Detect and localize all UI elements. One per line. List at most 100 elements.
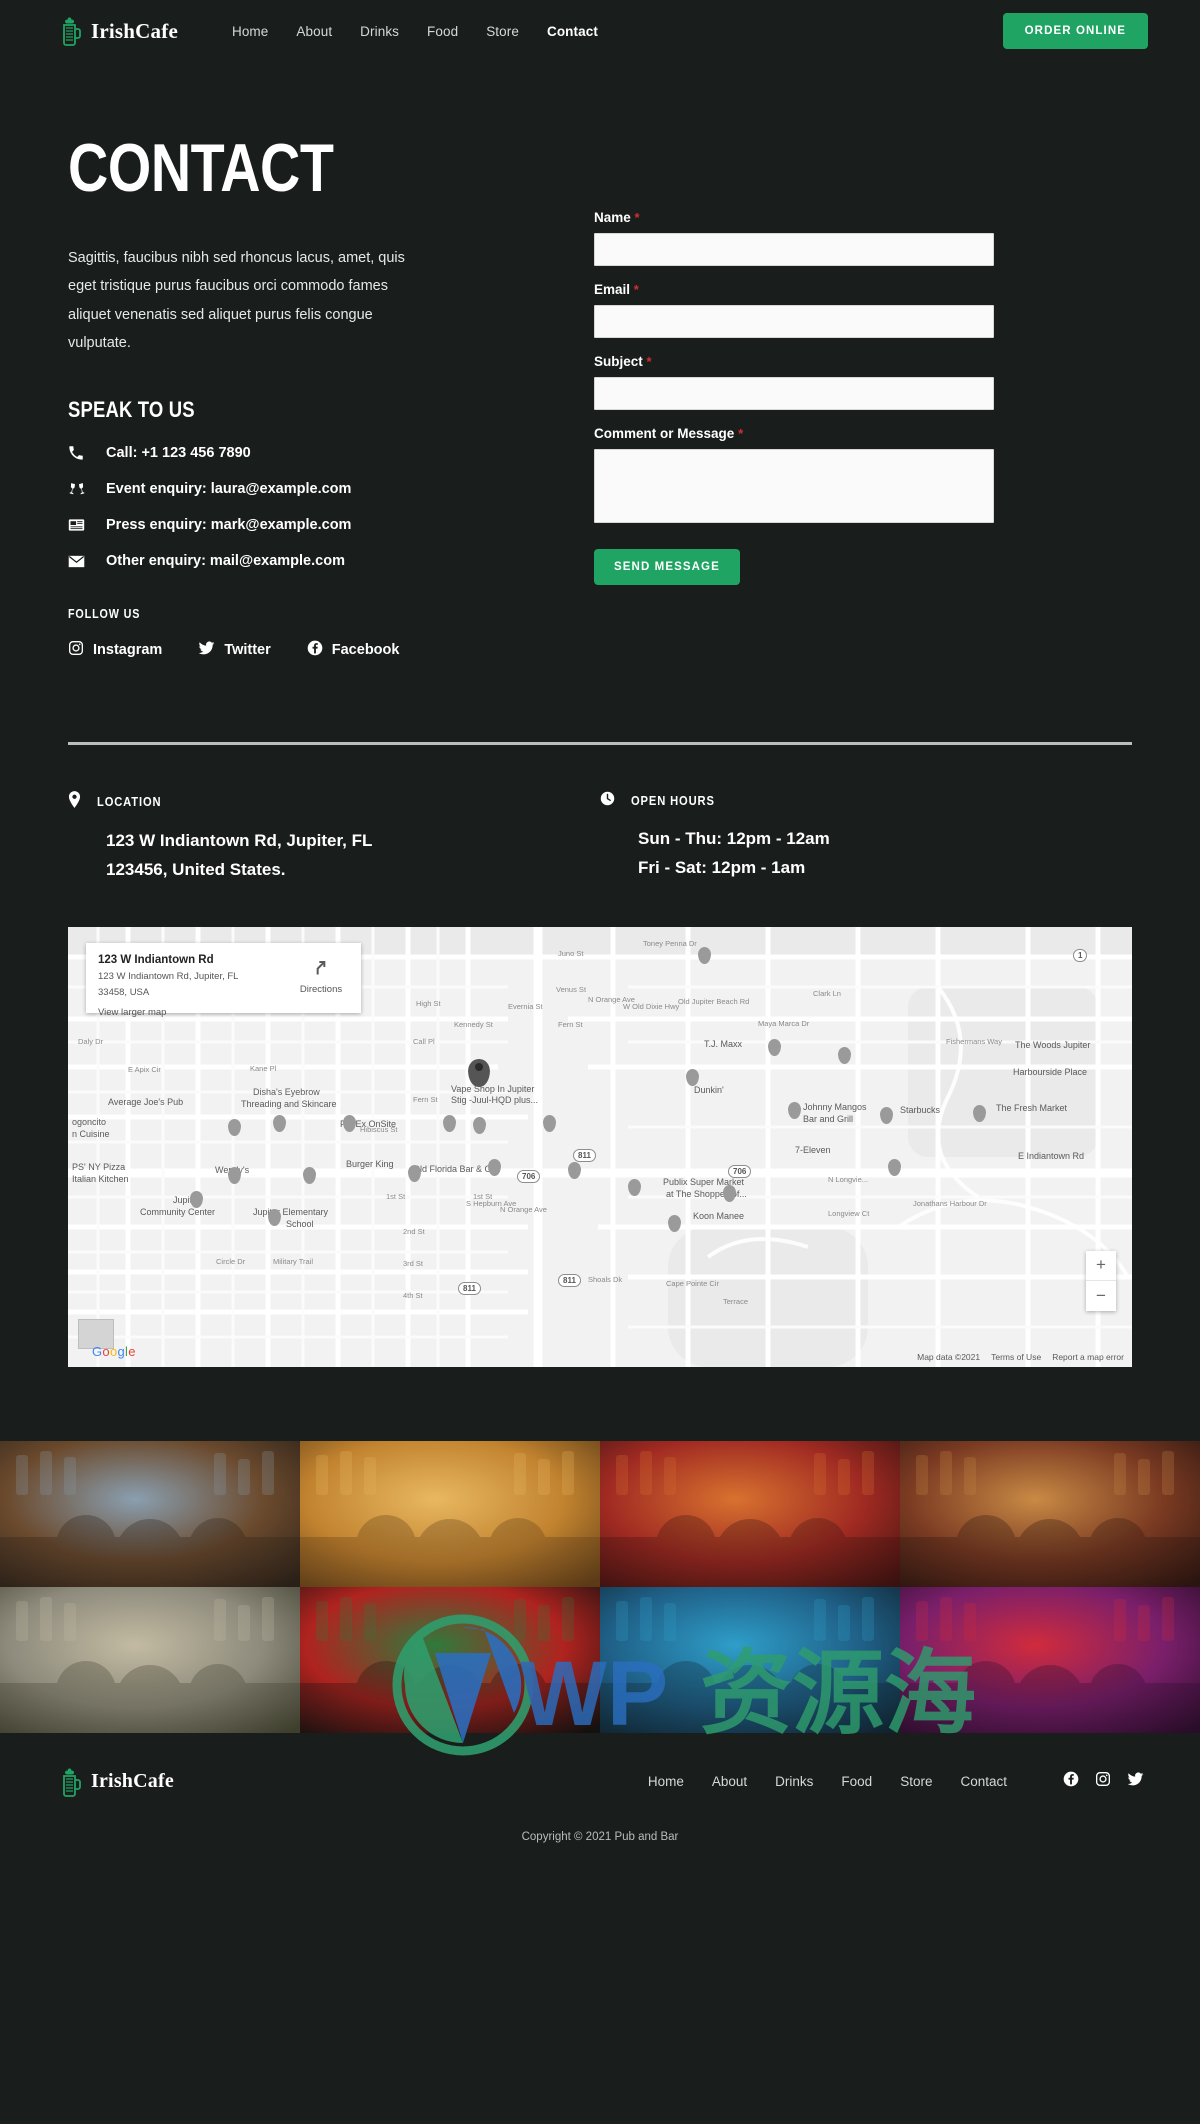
- map-primary-marker[interactable]: [468, 1058, 490, 1087]
- contact-event-enquiry[interactable]: Event enquiry: laura@example.com: [68, 481, 538, 497]
- view-larger-map-link[interactable]: View larger map: [98, 1007, 287, 1018]
- footer-social-instagram[interactable]: [1095, 1771, 1111, 1792]
- map-poi-pin[interactable]: [303, 1166, 316, 1184]
- nav-item-drinks[interactable]: Drinks: [360, 24, 399, 39]
- map-report-link[interactable]: Report a map error: [1052, 1352, 1124, 1362]
- message-textarea[interactable]: [594, 449, 994, 523]
- map-poi-label[interactable]: Harbourside Place: [1013, 1067, 1087, 1077]
- footer-social-facebook[interactable]: [1063, 1771, 1079, 1792]
- footer-nav-contact[interactable]: Contact: [960, 1774, 1007, 1789]
- map-poi-label[interactable]: School: [286, 1219, 314, 1229]
- map-poi-label[interactable]: Jupiter Elementary: [253, 1207, 328, 1217]
- map-poi-label[interactable]: Cape Pointe Cir: [666, 1279, 719, 1288]
- map-poi-pin[interactable]: [838, 1046, 851, 1064]
- nav-item-store[interactable]: Store: [486, 24, 519, 39]
- map-poi-label[interactable]: 3rd St: [403, 1259, 423, 1268]
- map-poi-label[interactable]: Shoals Dk: [588, 1275, 622, 1284]
- map-poi-pin[interactable]: [628, 1178, 641, 1196]
- gallery-image[interactable]: [600, 1586, 900, 1733]
- map-poi-label[interactable]: 2nd St: [403, 1227, 425, 1236]
- map-poi-label[interactable]: T.J. Maxx: [704, 1039, 742, 1049]
- map-directions-button[interactable]: Directions: [293, 953, 349, 1003]
- map-zoom-out-button[interactable]: −: [1086, 1281, 1116, 1311]
- map-poi-pin[interactable]: [686, 1068, 699, 1086]
- map-poi-label[interactable]: Clark Ln: [813, 989, 841, 998]
- map-poi-label[interactable]: Threading and Skincare: [241, 1099, 337, 1109]
- map-poi-label[interactable]: E Apix Cir: [128, 1065, 161, 1074]
- map-poi-label[interactable]: Burger King: [346, 1159, 394, 1169]
- map-poi-label[interactable]: Military Trail: [273, 1257, 313, 1266]
- map-poi-pin[interactable]: [543, 1114, 556, 1132]
- map-poi-label[interactable]: Maya Marca Dr: [758, 1019, 809, 1028]
- nav-item-food[interactable]: Food: [427, 24, 458, 39]
- map-poi-label[interactable]: Circle Dr: [216, 1257, 245, 1266]
- map-poi-label[interactable]: Toney Penna Dr: [643, 939, 697, 948]
- map-poi-pin[interactable]: [723, 1184, 736, 1202]
- map-poi-label[interactable]: n Cuisine: [72, 1129, 110, 1139]
- map-poi-label[interactable]: Kane Pl: [250, 1064, 276, 1073]
- map-poi-pin[interactable]: [273, 1114, 286, 1132]
- nav-item-about[interactable]: About: [296, 24, 332, 39]
- map-poi-pin[interactable]: [343, 1114, 356, 1132]
- map-poi-label[interactable]: Hibiscus St: [360, 1125, 398, 1134]
- map-poi-label[interactable]: 4th St: [403, 1291, 423, 1300]
- map-poi-label[interactable]: Venus St: [556, 985, 586, 994]
- map-poi-pin[interactable]: [228, 1166, 241, 1184]
- map-poi-label[interactable]: Community Center: [140, 1207, 215, 1217]
- footer-brand[interactable]: IrishCafe: [60, 1767, 174, 1797]
- gallery-image[interactable]: [0, 1440, 300, 1587]
- subject-input[interactable]: [594, 377, 994, 410]
- send-message-button[interactable]: SEND MESSAGE: [594, 549, 740, 585]
- name-input[interactable]: [594, 233, 994, 266]
- map-poi-pin[interactable]: [443, 1114, 456, 1132]
- map-poi-label[interactable]: 7-Eleven: [795, 1145, 831, 1155]
- map-poi-label[interactable]: Bar and Grill: [803, 1114, 853, 1124]
- gallery-image[interactable]: [300, 1440, 600, 1587]
- map-poi-label[interactable]: Daly Dr: [78, 1037, 103, 1046]
- social-link-facebook[interactable]: Facebook: [307, 640, 399, 660]
- footer-nav-drinks[interactable]: Drinks: [775, 1774, 813, 1789]
- map-poi-label[interactable]: Fern St: [413, 1095, 438, 1104]
- footer-nav-home[interactable]: Home: [648, 1774, 684, 1789]
- map-poi-label[interactable]: Jonathans Harbour Dr: [913, 1199, 987, 1208]
- social-link-instagram[interactable]: Instagram: [68, 640, 162, 660]
- order-online-button[interactable]: ORDER ONLINE: [1002, 13, 1148, 49]
- footer-nav-about[interactable]: About: [712, 1774, 747, 1789]
- map-poi-pin[interactable]: [668, 1214, 681, 1232]
- map-poi-label[interactable]: Evernia St: [508, 1002, 543, 1011]
- map-poi-label[interactable]: Terrace: [723, 1297, 748, 1306]
- map-poi-label[interactable]: E Indiantown Rd: [1018, 1151, 1084, 1161]
- map-poi-pin[interactable]: [268, 1208, 281, 1226]
- map-poi-pin[interactable]: [768, 1038, 781, 1056]
- map-poi-label[interactable]: 1st St: [386, 1192, 405, 1201]
- email-input[interactable]: [594, 305, 994, 338]
- map-poi-label[interactable]: The Fresh Market: [996, 1103, 1067, 1113]
- map-poi-label[interactable]: Juno St: [558, 949, 583, 958]
- google-map[interactable]: 123 W Indiantown Rd 123 W Indiantown Rd,…: [68, 926, 1132, 1367]
- map-poi-pin[interactable]: [473, 1116, 486, 1134]
- footer-nav-food[interactable]: Food: [841, 1774, 872, 1789]
- map-poi-pin[interactable]: [190, 1190, 203, 1208]
- map-info-card[interactable]: 123 W Indiantown Rd 123 W Indiantown Rd,…: [86, 942, 361, 1018]
- map-poi-label[interactable]: Old Jupiter Beach Rd: [678, 997, 749, 1006]
- brand-logo-link[interactable]: IrishCafe: [60, 16, 178, 46]
- map-poi-pin[interactable]: [408, 1164, 421, 1182]
- map-poi-label[interactable]: Call Pl: [413, 1037, 435, 1046]
- map-poi-label[interactable]: Longview Ct: [828, 1209, 869, 1218]
- gallery-image[interactable]: [600, 1440, 900, 1587]
- map-poi-label[interactable]: N Longvie...: [828, 1175, 868, 1184]
- contact-phone[interactable]: Call: +1 123 456 7890: [68, 445, 538, 461]
- map-poi-pin[interactable]: [568, 1161, 581, 1179]
- map-poi-pin[interactable]: [788, 1101, 801, 1119]
- map-poi-label[interactable]: W Old Dixie Hwy: [623, 1002, 679, 1011]
- map-poi-label[interactable]: Starbucks: [900, 1105, 940, 1115]
- nav-item-home[interactable]: Home: [232, 24, 268, 39]
- map-poi-label[interactable]: Average Joe's Pub: [108, 1097, 183, 1107]
- contact-other-enquiry[interactable]: Other enquiry: mail@example.com: [68, 553, 538, 569]
- map-poi-label[interactable]: Vape Shop In Jupiter: [451, 1084, 534, 1094]
- map-poi-pin[interactable]: [228, 1118, 241, 1136]
- footer-nav-store[interactable]: Store: [900, 1774, 932, 1789]
- map-poi-label[interactable]: ogoncito: [72, 1117, 106, 1127]
- map-poi-pin[interactable]: [888, 1158, 901, 1176]
- map-poi-label[interactable]: Fern St: [558, 1020, 583, 1029]
